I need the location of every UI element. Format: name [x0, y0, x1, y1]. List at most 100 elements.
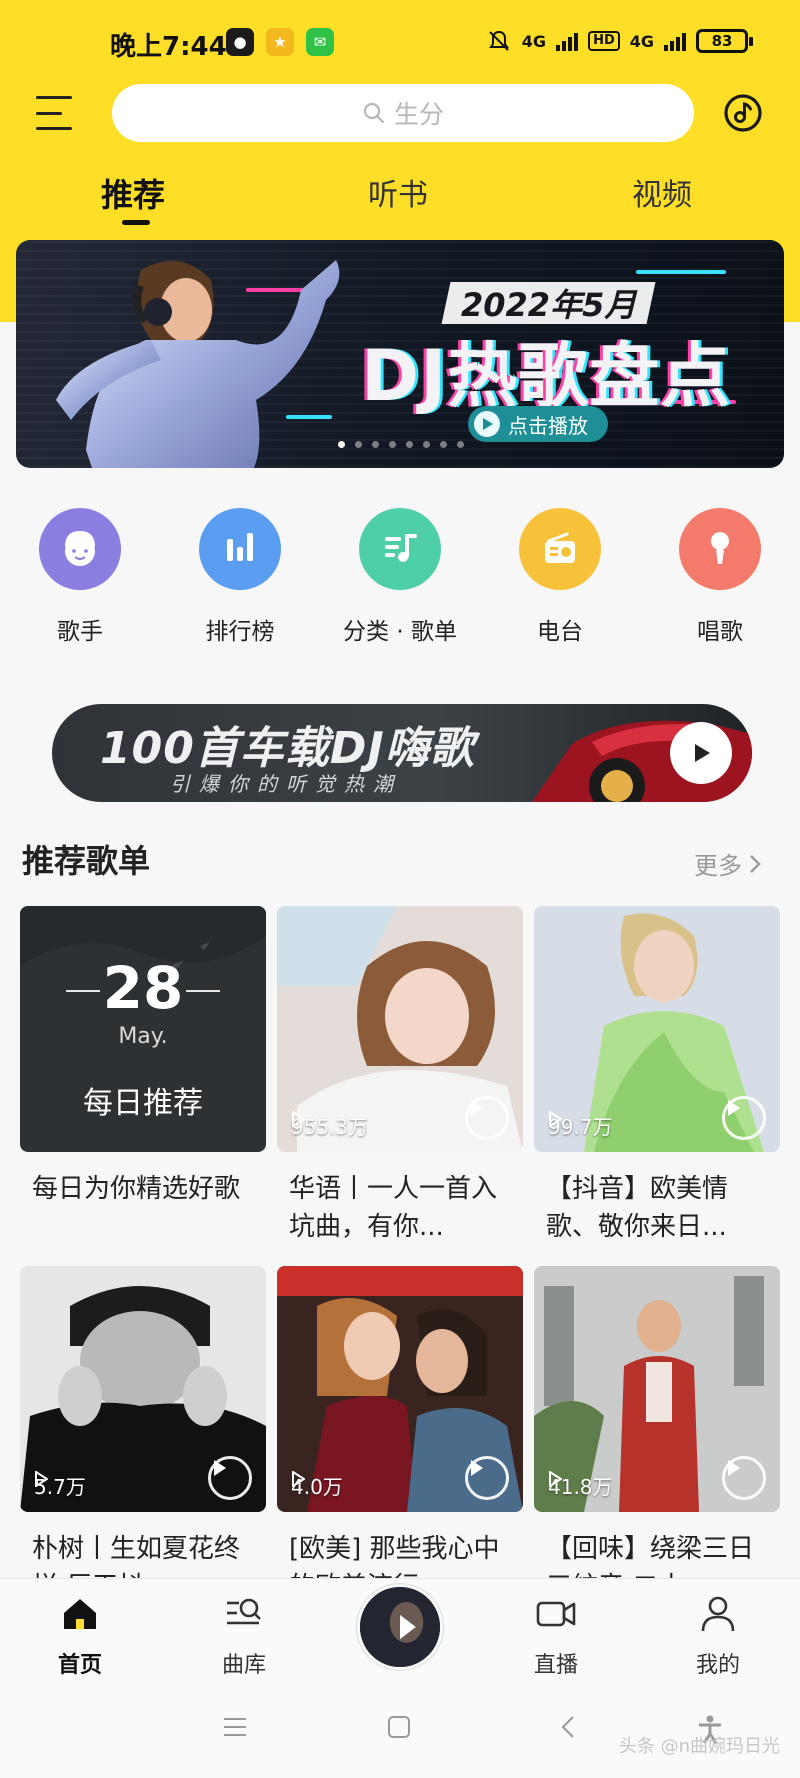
- daily-month: May.: [118, 1024, 168, 1049]
- quick-entry-karaoke[interactable]: 唱歌: [650, 508, 790, 646]
- signal-strength-icon: [556, 31, 579, 51]
- wechat-icon: ✉: [306, 28, 334, 56]
- search-placeholder: 生分: [393, 100, 444, 129]
- play-icon: [728, 1100, 740, 1116]
- banner-dot[interactable]: [372, 441, 379, 448]
- banner-dot[interactable]: [355, 441, 362, 448]
- play-icon: [471, 1100, 483, 1116]
- banner-dot[interactable]: [457, 441, 464, 448]
- search-input[interactable]: 生分: [112, 84, 694, 142]
- play-count-icon: [292, 1111, 305, 1127]
- chart-bars-icon: [199, 508, 281, 590]
- playlist-card[interactable]: 955.3万 华语丨一人一首入坑曲，有你...: [277, 906, 523, 1246]
- menu-line: [36, 127, 72, 130]
- content-tabs: 推荐 听书 视频: [0, 170, 800, 230]
- now-playing-button[interactable]: [357, 1584, 443, 1670]
- cover-play-button[interactable]: [722, 1096, 766, 1140]
- play-count: 955.3万: [291, 1111, 368, 1140]
- play-count: 5.7万: [34, 1471, 86, 1500]
- playlist-cover: 955.3万: [277, 906, 523, 1152]
- mute-bell-icon: [488, 30, 509, 51]
- hd-badge: HD: [588, 31, 620, 51]
- dj-promo-card[interactable]: 100首车载DJ嗨歌 引爆你的听觉热潮: [52, 704, 752, 802]
- playlist-title: 每日为你精选好歌: [32, 1174, 241, 1204]
- quick-entry-label: 排行榜: [205, 619, 275, 645]
- cover-play-button[interactable]: [465, 1456, 509, 1500]
- signal-strength-icon-2: [664, 31, 686, 51]
- play-count-icon: [549, 1111, 562, 1127]
- music-recognition-icon[interactable]: [722, 92, 764, 134]
- more-playlists-link[interactable]: 更多: [694, 846, 762, 881]
- play-count: 41.8万: [548, 1471, 613, 1500]
- nav-home[interactable]: 首页: [30, 1593, 130, 1679]
- banner-dot[interactable]: [423, 441, 430, 448]
- qq-icon: ●: [226, 28, 254, 56]
- quick-entry-label: 歌手: [57, 619, 103, 645]
- system-navigation-bar: [0, 1680, 800, 1778]
- cover-play-button[interactable]: [208, 1456, 252, 1500]
- playlist-icon: [359, 508, 441, 590]
- chevron-right-icon: [750, 854, 761, 873]
- menu-button[interactable]: [36, 96, 72, 130]
- tab-recommend[interactable]: 推荐: [101, 170, 165, 216]
- cover-play-button[interactable]: [722, 1456, 766, 1500]
- network-label-2: 4G: [629, 31, 654, 51]
- banner-dot[interactable]: [389, 441, 396, 448]
- library-search-icon: [227, 1598, 261, 1625]
- nav-library[interactable]: 曲库: [194, 1593, 294, 1679]
- now-playing-album-art: [360, 1587, 440, 1667]
- nav-label: 我的: [695, 1653, 740, 1678]
- quick-entry-charts[interactable]: 排行榜: [170, 508, 310, 646]
- status-indicators: 4G HD 4G 83: [486, 28, 753, 54]
- active-tab-indicator: [122, 220, 150, 225]
- playlist-card-daily[interactable]: 28 May. 每日推荐 每日为你精选好歌: [20, 906, 266, 1246]
- daily-recommend-cover: 28 May. 每日推荐: [20, 906, 266, 1152]
- daily-date: 28: [102, 954, 184, 1022]
- banner-dot[interactable]: [406, 441, 413, 448]
- home-icon: [64, 1599, 96, 1629]
- menu-line: [36, 96, 72, 99]
- quick-entry-playlists[interactable]: 分类 · 歌单: [330, 508, 470, 646]
- quick-entry-label: 唱歌: [697, 619, 743, 645]
- quick-entry-radio[interactable]: 电台: [490, 508, 630, 646]
- tab-audiobooks[interactable]: 听书: [368, 170, 428, 214]
- promo-banner[interactable]: 2022年5月 DJ热歌盘点 点击播放: [16, 240, 784, 468]
- nav-live[interactable]: 直播: [506, 1593, 606, 1679]
- nav-label: 直播: [533, 1653, 578, 1678]
- playlist-cover: 99.7万: [534, 906, 780, 1152]
- watermark: 头条 @n曲婉玛日光: [618, 1736, 780, 1757]
- play-count-icon: [292, 1471, 305, 1487]
- banner-play-label: 点击播放: [508, 413, 588, 438]
- tab-videos[interactable]: 视频: [632, 170, 692, 214]
- playlist-card[interactable]: 41.8万 【回味】绕梁三日 三絃音 二十: [534, 1266, 780, 1606]
- promo-play-button[interactable]: [670, 722, 732, 784]
- back-icon[interactable]: [556, 1714, 582, 1740]
- recent-apps-icon[interactable]: [222, 1714, 248, 1740]
- playlist-cover: 4.0万: [277, 1266, 523, 1512]
- playlist-cover: 5.7万: [20, 1266, 266, 1512]
- banner-dot[interactable]: [440, 441, 447, 448]
- microphone-icon: [679, 508, 761, 590]
- home-button-icon[interactable]: [386, 1714, 412, 1740]
- playlist-title: 华语丨一人一首入坑曲，有你...: [289, 1174, 498, 1242]
- quick-entry-label: 电台: [537, 619, 583, 645]
- playlist-card[interactable]: 5.7万 朴树丨生如夏花终样 巨天抖: [20, 1266, 266, 1606]
- menu-line: [36, 111, 62, 115]
- playlist-title: 【抖音】欧美情歌、敬你来日...: [546, 1174, 729, 1242]
- status-notification-icons: ● ★ ✉: [226, 28, 334, 56]
- quick-entry-row: 歌手 排行榜 分类 · 歌单 电台 唱歌: [0, 508, 800, 648]
- banner-year-label: 2022年5月: [441, 282, 656, 324]
- status-time: 晚上7:44: [110, 32, 227, 62]
- quick-entry-singers[interactable]: 歌手: [10, 508, 150, 646]
- nav-label: 首页: [57, 1653, 102, 1678]
- cover-play-button[interactable]: [465, 1096, 509, 1140]
- nav-profile[interactable]: 我的: [668, 1593, 768, 1679]
- playlist-card[interactable]: 99.7万 【抖音】欧美情歌、敬你来日...: [534, 906, 780, 1246]
- profile-icon: [701, 1596, 735, 1632]
- quick-entry-label: 分类 · 歌单: [343, 619, 457, 645]
- banner-play-button[interactable]: 点击播放: [468, 406, 608, 442]
- playlist-card[interactable]: 4.0万 [欧美] 那些我心中的欧美流行: [277, 1266, 523, 1606]
- banner-dot[interactable]: [338, 441, 345, 448]
- play-icon: [214, 1460, 226, 1476]
- play-count: 99.7万: [548, 1111, 613, 1140]
